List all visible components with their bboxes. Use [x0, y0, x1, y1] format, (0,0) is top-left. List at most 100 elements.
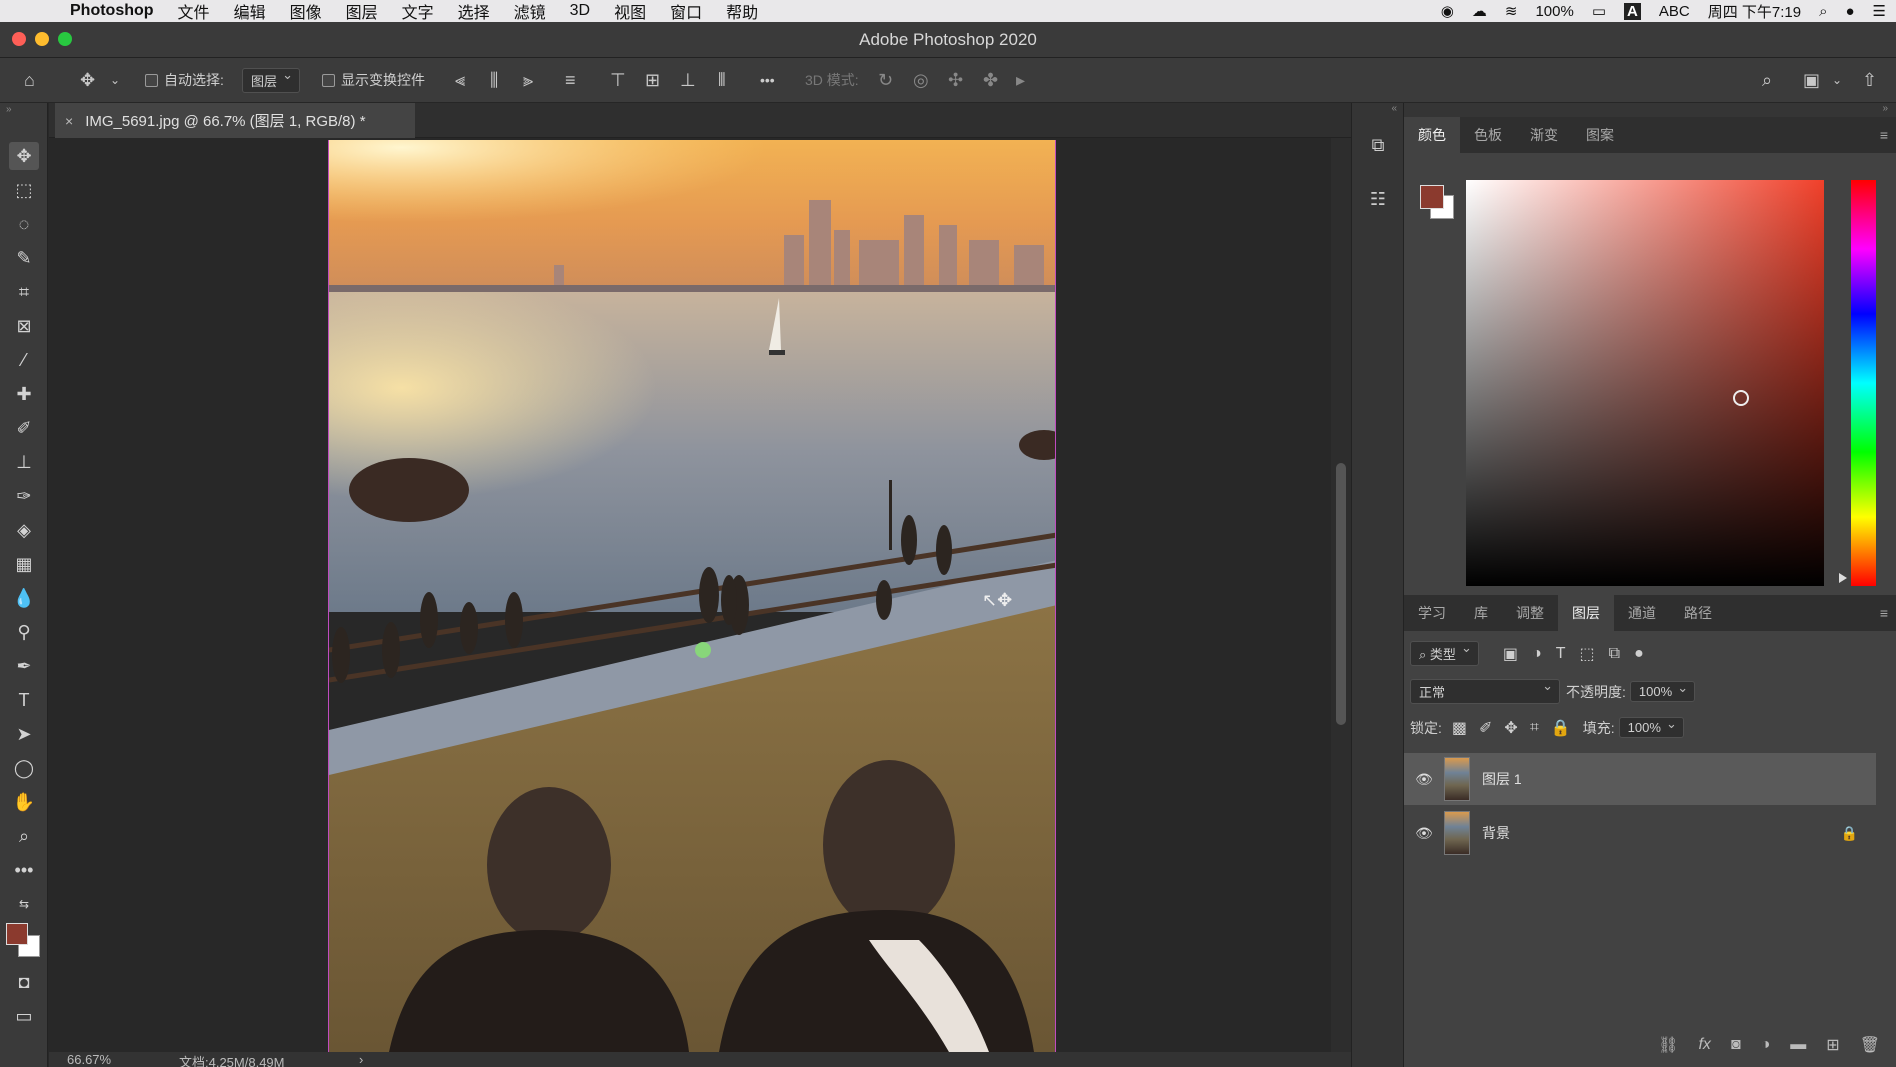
document-image[interactable]: [328, 140, 1056, 1052]
3d-roll-icon[interactable]: ◎: [913, 70, 929, 91]
menu-type[interactable]: 文字: [390, 0, 446, 23]
show-transform-checkbox[interactable]: [322, 73, 335, 87]
tab-paths[interactable]: 路径: [1670, 595, 1726, 631]
dodge-icon[interactable]: ⚲: [9, 618, 39, 646]
link-layers-icon[interactable]: ⛓: [1658, 1035, 1678, 1055]
filter-smart-object-icon[interactable]: ⧉: [1609, 645, 1620, 663]
zoom-icon[interactable]: ⌕: [9, 822, 39, 850]
tab-gradients[interactable]: 渐变: [1516, 117, 1572, 153]
eyedropper-icon[interactable]: ⁄: [9, 346, 39, 374]
quick-select-icon[interactable]: ✎: [9, 244, 39, 272]
layer-lock-icon[interactable]: 🔒: [1841, 825, 1858, 842]
layer-thumbnail[interactable]: [1444, 811, 1470, 855]
canvas-vertical-scrollbar[interactable]: [1331, 138, 1351, 1052]
input-source-icon[interactable]: A: [1624, 2, 1641, 20]
blur-icon[interactable]: 💧: [9, 584, 39, 612]
menu-app-name[interactable]: Photoshop: [60, 2, 166, 20]
menu-3d[interactable]: 3D: [558, 2, 602, 20]
menu-select[interactable]: 选择: [446, 0, 502, 23]
notification-center-icon[interactable]: ☰: [1873, 2, 1886, 20]
collapse-toolbar-icon[interactable]: »: [6, 104, 12, 115]
search-icon[interactable]: ⌕: [1762, 70, 1772, 91]
layer-row[interactable]: 👁 背景 🔒: [1404, 807, 1876, 859]
new-group-icon[interactable]: ▬: [1790, 1036, 1806, 1054]
pen-icon[interactable]: ✒: [9, 652, 39, 680]
opacity-input[interactable]: 100%: [1629, 680, 1696, 702]
collapse-dock-icon[interactable]: »: [1882, 103, 1888, 114]
gradient-icon[interactable]: ▦: [9, 550, 39, 578]
align-bottom-icon[interactable]: ⊥: [680, 70, 696, 91]
menu-view[interactable]: 视图: [602, 0, 658, 23]
panel-foreground-swatch[interactable]: [1420, 185, 1444, 209]
align-right-icon[interactable]: ⫸: [523, 70, 533, 91]
align-top-icon[interactable]: ⊤: [610, 70, 626, 91]
clone-stamp-icon[interactable]: ⊥: [9, 448, 39, 476]
more-tools-icon[interactable]: •••: [9, 856, 39, 884]
delete-layer-icon[interactable]: 🗑: [1860, 1035, 1880, 1055]
layer-filter-dropdown[interactable]: ⌕ 类型: [1410, 640, 1479, 666]
filter-toggle-icon[interactable]: ●: [1634, 645, 1644, 663]
clock[interactable]: 周四 下午7:19: [1708, 1, 1801, 22]
marquee-icon[interactable]: ⬚: [9, 176, 39, 204]
document-tab[interactable]: × IMG_5691.jpg @ 66.7% (图层 1, RGB/8) *: [55, 103, 415, 138]
new-adjustment-layer-icon[interactable]: ◑: [1761, 1036, 1771, 1054]
frame-icon[interactable]: ⊠: [9, 312, 39, 340]
visibility-eye-icon[interactable]: 👁: [1404, 825, 1444, 842]
distribute-icon[interactable]: ≡: [565, 70, 576, 91]
layer-style-icon[interactable]: fx: [1698, 1036, 1710, 1054]
workspace-icon[interactable]: ▣: [1803, 70, 1820, 91]
filter-type-icon[interactable]: T: [1556, 645, 1566, 663]
menu-window[interactable]: 窗口: [658, 0, 714, 23]
menu-layer[interactable]: 图层: [334, 0, 390, 23]
healing-brush-icon[interactable]: ✚: [9, 380, 39, 408]
chevron-down-icon[interactable]: ⌄: [110, 73, 120, 87]
siri-icon[interactable]: ●: [1845, 3, 1854, 20]
layer-thumbnail[interactable]: [1444, 757, 1470, 801]
record-icon[interactable]: ◉: [1441, 2, 1454, 20]
move-tool-preset-icon[interactable]: ✥: [80, 70, 95, 91]
tab-libraries[interactable]: 库: [1460, 595, 1502, 631]
align-center-icon[interactable]: ⫼: [490, 70, 498, 91]
wifi-icon[interactable]: ≋: [1505, 2, 1518, 20]
new-layer-icon[interactable]: ⊞: [1826, 1035, 1839, 1055]
color-picker-handle[interactable]: [1733, 390, 1749, 406]
properties-panel-icon[interactable]: ☷: [1364, 185, 1392, 213]
more-options-button[interactable]: •••: [760, 72, 775, 88]
layer-name[interactable]: 背景: [1482, 823, 1510, 843]
filter-pixel-icon[interactable]: ▣: [1503, 644, 1518, 664]
status-menu-icon[interactable]: ›: [359, 1052, 363, 1067]
auto-select-dropdown[interactable]: 图层: [242, 67, 301, 93]
brush-icon[interactable]: ✐: [9, 414, 39, 442]
workspace-chevron-icon[interactable]: ⌄: [1832, 73, 1842, 87]
share-icon[interactable]: ⇧: [1862, 70, 1877, 91]
history-panel-icon[interactable]: ⧉: [1364, 131, 1392, 159]
hue-slider-arrow-icon[interactable]: [1839, 573, 1847, 583]
ellipse-icon[interactable]: ◯: [9, 754, 39, 782]
hand-icon[interactable]: ✋: [9, 788, 39, 816]
lock-position-icon[interactable]: ✥: [1504, 718, 1517, 738]
tab-patterns[interactable]: 图案: [1572, 117, 1628, 153]
3d-scale-icon[interactable]: ▸: [1016, 70, 1025, 91]
tab-color[interactable]: 颜色: [1404, 117, 1460, 153]
lasso-icon[interactable]: ◌: [9, 210, 39, 238]
color-field[interactable]: [1466, 180, 1824, 586]
tab-swatches[interactable]: 色板: [1460, 117, 1516, 153]
close-document-icon[interactable]: ×: [65, 113, 73, 129]
filter-shape-icon[interactable]: ⬚: [1580, 644, 1595, 664]
menu-help[interactable]: 帮助: [714, 0, 770, 23]
creative-cloud-icon[interactable]: ☁: [1472, 2, 1487, 20]
3d-slide-icon[interactable]: ✤: [983, 70, 998, 91]
fill-input[interactable]: 100%: [1618, 716, 1684, 738]
type-icon[interactable]: T: [9, 686, 39, 714]
input-source-label[interactable]: ABC: [1659, 3, 1690, 20]
hue-slider[interactable]: [1851, 180, 1876, 586]
tab-learn[interactable]: 学习: [1404, 595, 1460, 631]
add-mask-icon[interactable]: ◙: [1731, 1036, 1741, 1054]
color-panel-menu-icon[interactable]: ≡: [1880, 127, 1888, 143]
lock-artboard-icon[interactable]: ⌗: [1530, 719, 1539, 737]
menu-file[interactable]: 文件: [166, 0, 222, 23]
lock-all-icon[interactable]: 🔒: [1551, 718, 1571, 738]
swap-colors-icon[interactable]: ⇆: [9, 890, 39, 918]
scrollbar-thumb[interactable]: [1336, 463, 1346, 725]
lock-image-icon[interactable]: ✐: [1479, 718, 1492, 738]
